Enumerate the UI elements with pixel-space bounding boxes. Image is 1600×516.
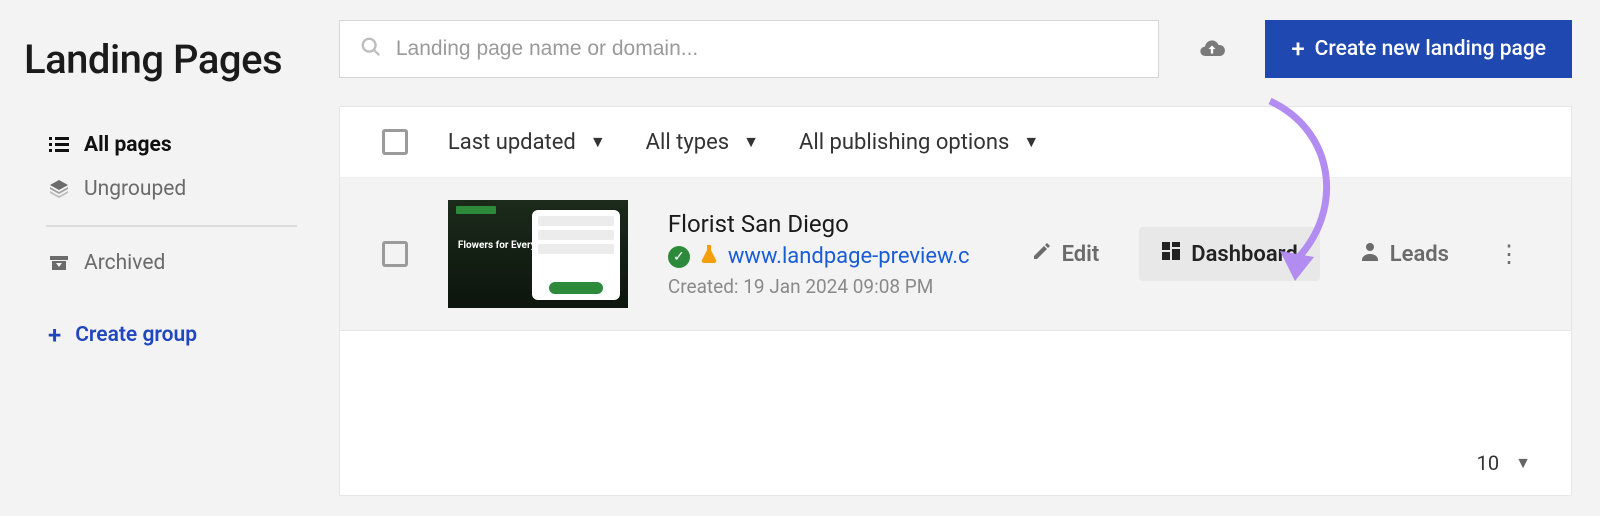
archive-icon xyxy=(48,252,70,274)
sidebar-item-ungrouped[interactable]: Ungrouped xyxy=(24,167,319,211)
pencil-icon xyxy=(1032,241,1052,267)
search-input[interactable] xyxy=(396,37,1138,61)
check-circle-icon: ✓ xyxy=(668,246,690,268)
more-menu-button[interactable]: ⋮ xyxy=(1489,234,1529,274)
url-line: ✓ www.landpage-preview.c xyxy=(668,244,970,269)
caret-down-icon: ▼ xyxy=(1023,132,1039,152)
edit-button[interactable]: Edit xyxy=(1010,227,1122,281)
more-vertical-icon: ⋮ xyxy=(1497,240,1521,268)
action-label: Dashboard xyxy=(1191,242,1297,267)
person-icon xyxy=(1360,241,1380,267)
caret-down-icon[interactable]: ▼ xyxy=(1515,453,1531,473)
page-size-label: 10 xyxy=(1477,451,1499,475)
flask-icon xyxy=(700,244,718,269)
sidebar-item-label: Archived xyxy=(84,251,165,275)
row-checkbox[interactable] xyxy=(382,241,408,267)
list-icon xyxy=(48,134,70,156)
sidebar-item-label: All pages xyxy=(84,133,172,157)
sidebar-item-archived[interactable]: Archived xyxy=(24,241,319,285)
caret-down-icon: ▼ xyxy=(743,132,759,152)
action-label: Leads xyxy=(1390,242,1449,267)
dropdown-label: All types xyxy=(646,130,730,155)
create-landing-page-button[interactable]: + Create new landing page xyxy=(1265,20,1572,78)
action-label: Edit xyxy=(1062,242,1100,267)
stack-icon xyxy=(48,178,70,200)
dropdown-label: Last updated xyxy=(448,130,576,155)
sidebar-item-label: Ungrouped xyxy=(84,177,186,201)
publishing-dropdown[interactable]: All publishing options ▼ xyxy=(799,130,1039,155)
filters-bar: Last updated ▼ All types ▼ All publishin… xyxy=(340,107,1571,178)
dashboard-button[interactable]: Dashboard xyxy=(1139,227,1319,281)
page-thumbnail[interactable]: Flowers for Every Occasion! xyxy=(448,200,628,308)
list-panel: Last updated ▼ All types ▼ All publishin… xyxy=(339,106,1572,496)
search-wrap xyxy=(339,20,1159,78)
sidebar-divider xyxy=(46,225,297,227)
page-info: Florist San Diego ✓ www.landpage-preview… xyxy=(668,210,970,298)
create-group-button[interactable]: + Create group xyxy=(24,309,319,361)
topbar: + Create new landing page xyxy=(339,20,1572,78)
create-group-label: Create group xyxy=(75,323,197,347)
table-row: Flowers for Every Occasion! Florist San … xyxy=(340,178,1571,331)
sidebar-item-all-pages[interactable]: All pages xyxy=(24,123,319,167)
plus-icon: + xyxy=(1291,37,1304,61)
main: + Create new landing page Last updated ▼… xyxy=(339,0,1600,516)
page-url-link[interactable]: www.landpage-preview.c xyxy=(728,244,970,269)
created-label: Created: 19 Jan 2024 09:08 PM xyxy=(668,275,970,298)
plus-icon: + xyxy=(48,323,61,347)
sort-dropdown[interactable]: Last updated ▼ xyxy=(448,130,606,155)
dropdown-label: All publishing options xyxy=(799,130,1009,155)
cloud-upload-icon xyxy=(1198,35,1226,63)
caret-down-icon: ▼ xyxy=(590,132,606,152)
types-dropdown[interactable]: All types ▼ xyxy=(646,130,759,155)
select-all-checkbox[interactable] xyxy=(382,129,408,155)
leads-button[interactable]: Leads xyxy=(1338,227,1471,281)
upload-button[interactable] xyxy=(1189,26,1235,72)
row-actions: Edit Dashboard Leads xyxy=(1010,227,1529,281)
search-icon xyxy=(360,36,382,62)
dashboard-icon xyxy=(1161,241,1181,267)
page-name: Florist San Diego xyxy=(668,210,970,238)
create-button-label: Create new landing page xyxy=(1315,37,1546,61)
list-footer: 10 ▼ xyxy=(340,431,1571,495)
sidebar: Landing Pages All pages Ungrouped Archiv… xyxy=(0,0,339,516)
page-title: Landing Pages xyxy=(24,36,319,83)
